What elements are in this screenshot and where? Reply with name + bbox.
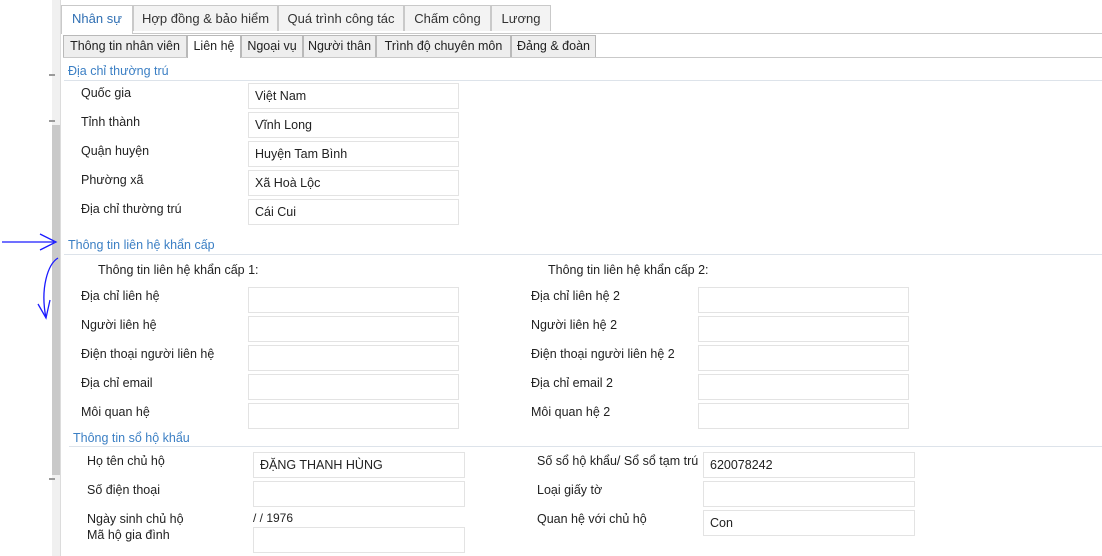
label-head-dob: Ngày sinh chủ hộ (87, 512, 184, 526)
label-contact-address-2: Địa chỉ liên hệ 2 (531, 289, 620, 303)
label-district: Quận huyện (81, 144, 150, 158)
subtab-ngoai-vu[interactable]: Ngoại vụ (241, 35, 303, 57)
section-divider (69, 446, 1102, 447)
section-divider (64, 254, 1102, 255)
contact-relation-2-field[interactable] (698, 403, 909, 429)
contact-relation-field[interactable] (248, 403, 459, 429)
contact-email-2-field[interactable] (698, 374, 909, 400)
scroll-marker (49, 120, 55, 122)
section-divider (64, 80, 1102, 81)
main-tab-bar: Nhân sự Hợp đồng & bảo hiểm Quá trình cô… (61, 5, 1102, 34)
label-contact-email: Địa chỉ email (81, 376, 153, 390)
section-title-permanent-address: Địa chỉ thường trú (68, 64, 169, 78)
tab-luong[interactable]: Lương (491, 5, 551, 31)
label-country: Quốc gia (81, 86, 132, 100)
label-contact-address: Địa chỉ liên hệ (81, 289, 160, 303)
phone-field[interactable] (253, 481, 465, 507)
contact-address-field[interactable] (248, 287, 459, 313)
label-phone: Số điện thoại (87, 483, 160, 497)
section-title-household: Thông tin sổ hộ khẩu (73, 431, 190, 445)
label-contact-phone: Điện thoại người liên hệ (81, 347, 215, 361)
tab-hop-dong-bao-hiem[interactable]: Hợp đồng & bảo hiểm (133, 5, 278, 31)
permanent-address-field[interactable]: Cái Cui (248, 199, 459, 225)
relation-to-head-field[interactable]: Con (703, 510, 915, 536)
label-book-number: Số sổ hộ khẩu/ Sổ sổ tạm trú (537, 454, 699, 468)
label-doc-type: Loại giấy tờ (537, 483, 603, 497)
label-family-code: Mã hộ gia đình (87, 528, 170, 542)
head-name-field[interactable]: ĐẶNG THANH HÙNG (253, 452, 465, 478)
contact-address-2-field[interactable] (698, 287, 909, 313)
contact-email-field[interactable] (248, 374, 459, 400)
subtab-nguoi-than[interactable]: Người thân (303, 35, 376, 57)
tab-cham-cong[interactable]: Chấm công (404, 5, 491, 31)
label-relation-to-head: Quan hệ với chủ hộ (537, 512, 647, 526)
contact-person-field[interactable] (248, 316, 459, 342)
contact-phone-2-field[interactable] (698, 345, 909, 371)
label-contact-relation-2: Môi quan hệ 2 (531, 405, 611, 419)
label-contact-relation: Môi quan hệ (81, 405, 150, 419)
tab-nhan-su[interactable]: Nhân sự (61, 5, 133, 34)
subtab-thong-tin-nhan-vien[interactable]: Thông tin nhân viên (63, 35, 187, 57)
family-code-field[interactable] (253, 527, 465, 553)
subtab-lien-he[interactable]: Liên hệ (187, 35, 241, 58)
label-contact-person-2: Người liên hệ 2 (531, 318, 618, 332)
emergency-contact-1-heading: Thông tin liên hệ khẩn cấp 1: (98, 263, 259, 277)
head-dob-value[interactable]: / / 1976 (253, 511, 293, 525)
label-province: Tỉnh thành (81, 115, 141, 129)
scroll-marker (49, 478, 55, 480)
district-field[interactable]: Huyện Tam Bình (248, 141, 459, 167)
label-contact-person: Người liên hệ (81, 318, 157, 332)
subtab-dang-doan[interactable]: Đảng & đoàn (511, 35, 596, 57)
country-field[interactable]: Việt Nam (248, 83, 459, 109)
label-permanent-address: Địa chỉ thường trú (81, 202, 182, 216)
emergency-contact-2-heading: Thông tin liên hệ khẩn cấp 2: (548, 263, 709, 277)
tab-qua-trinh-cong-tac[interactable]: Quá trình công tác (278, 5, 404, 31)
contact-phone-field[interactable] (248, 345, 459, 371)
sub-tab-bar: Thông tin nhân viên Liên hệ Ngoại vụ Ngư… (63, 35, 1102, 58)
contact-person-2-field[interactable] (698, 316, 909, 342)
book-number-field[interactable]: 620078242 (703, 452, 915, 478)
section-title-emergency: Thông tin liên hệ khẩn cấp (68, 238, 215, 252)
label-contact-email-2: Địa chỉ email 2 (531, 376, 613, 390)
label-contact-phone-2: Điện thoại người liên hệ 2 (531, 347, 675, 361)
scroll-marker (49, 74, 55, 76)
label-head-name: Họ tên chủ hộ (87, 454, 165, 468)
label-ward: Phường xã (81, 173, 144, 187)
doc-type-field[interactable] (703, 481, 915, 507)
annotation-arrows (2, 233, 59, 320)
ward-field[interactable]: Xã Hoà Lộc (248, 170, 459, 196)
province-field[interactable]: Vĩnh Long (248, 112, 459, 138)
subtab-trinh-do-chuyen-mon[interactable]: Trình độ chuyên môn (376, 35, 511, 57)
